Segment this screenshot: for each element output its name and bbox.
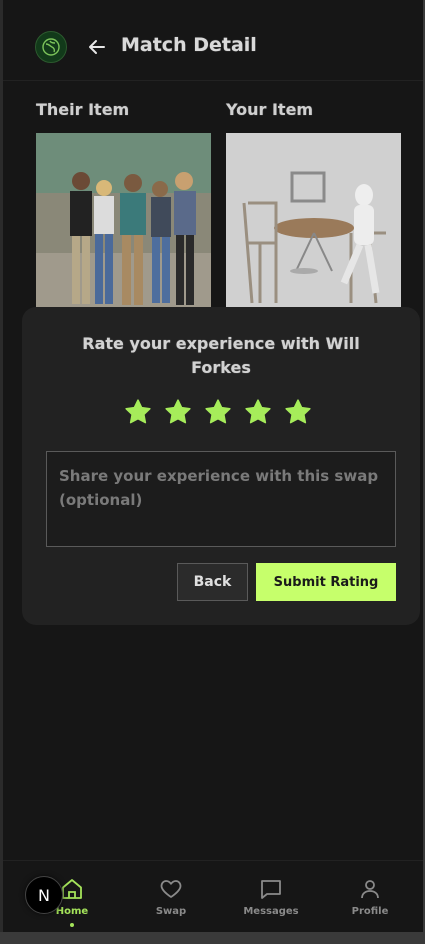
heart-icon [160, 880, 182, 898]
star-shape [205, 399, 231, 424]
nav-label-profile: Profile [351, 906, 389, 917]
globe-leaf-icon[interactable] [35, 31, 67, 63]
header: Match Detail [3, 0, 423, 81]
nav-item-messages[interactable]: Messages [231, 877, 311, 917]
star-rating [123, 397, 313, 427]
experience-feedback-input[interactable] [46, 451, 396, 547]
nav-label-home: Home [55, 906, 89, 917]
globe-leaf-graphic [42, 38, 60, 56]
star-shape [285, 399, 311, 424]
app-window: Match Detail Their Item Your Item Rate y… [0, 0, 423, 932]
bottom-nav: Home Swap Messages Profile [3, 860, 423, 932]
students-photo [36, 133, 211, 307]
user-icon [361, 880, 379, 899]
active-indicator [70, 923, 74, 927]
star-icon-5[interactable] [283, 397, 313, 427]
rating-modal: Rate your experience with Will Forkes Ba… [22, 307, 420, 625]
table-chairs-photo [226, 133, 401, 307]
nav-label-messages: Messages [243, 906, 299, 917]
star-shape [165, 399, 191, 424]
star-icon-1[interactable] [123, 397, 153, 427]
nav-item-swap[interactable]: Swap [131, 877, 211, 917]
star-icon-3[interactable] [203, 397, 233, 427]
nav-item-profile[interactable]: Profile [330, 877, 410, 917]
page-title: Match Detail [121, 34, 257, 56]
message-icon [261, 880, 281, 899]
submit-rating-button[interactable]: Submit Rating [256, 563, 396, 601]
your-item-label: Your Item [226, 100, 314, 119]
star-icon-2[interactable] [163, 397, 193, 427]
star-shape [245, 399, 271, 424]
their-item-label: Their Item [36, 100, 130, 119]
nav-label-swap: Swap [155, 906, 187, 917]
back-button[interactable]: Back [177, 563, 248, 601]
rating-modal-title: Rate your experience with Will Forkes [82, 334, 360, 377]
arrow-left-graphic [89, 40, 105, 54]
star-shape [125, 399, 151, 424]
dev-tools-badge[interactable]: N [25, 876, 63, 914]
home-icon [62, 879, 82, 899]
star-icon-4[interactable] [243, 397, 273, 427]
their-item-image[interactable] [36, 133, 211, 307]
your-item-image[interactable] [226, 133, 401, 307]
arrow-left-icon[interactable] [86, 36, 108, 58]
